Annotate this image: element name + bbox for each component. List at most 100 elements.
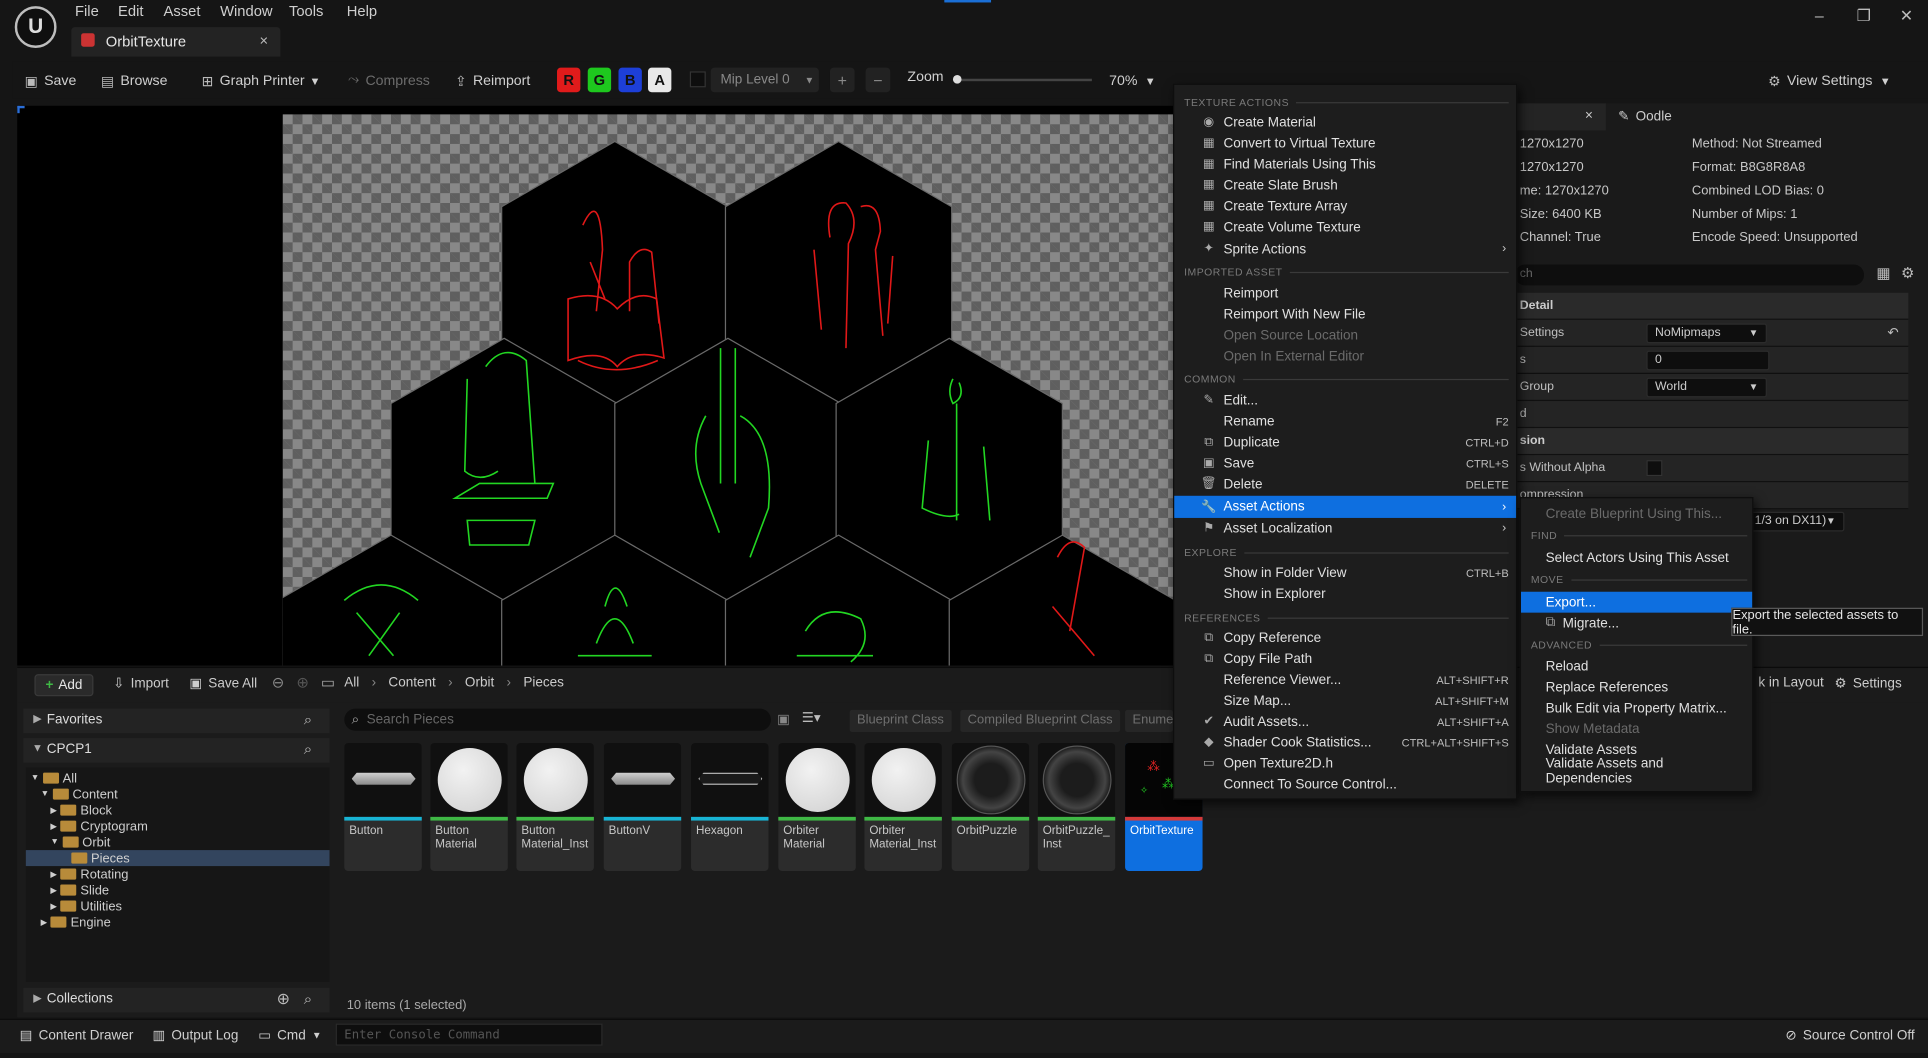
save-all-button[interactable]: ▣ Save All <box>189 675 257 691</box>
tree-item-pieces[interactable]: Pieces <box>25 850 330 867</box>
browse-button[interactable]: ▤ Browse <box>101 70 168 91</box>
asset-tile[interactable]: OrbitPuzzle <box>951 743 1030 872</box>
tab-oodle[interactable]: ✎ Oodle <box>1618 108 1672 124</box>
tree-item-all[interactable]: ▼ All <box>31 770 77 786</box>
minimize-button[interactable]: – <box>1815 6 1824 24</box>
dock-layout-button[interactable]: k in Layout <box>1758 675 1823 690</box>
breadcrumb-orbit[interactable]: Orbit <box>465 675 494 690</box>
compression-dx-dropdown[interactable]: 1/3 on DX11) ▼ <box>1746 511 1845 532</box>
mip-increase-button[interactable]: + <box>829 67 855 93</box>
menu-open-external-editor[interactable]: Open In External Editor <box>1174 346 1516 367</box>
asset-tile[interactable]: Button <box>344 743 422 872</box>
green-channel-toggle[interactable]: G <box>587 67 612 93</box>
filter-enum[interactable]: Enume <box>1125 709 1174 732</box>
tree-item-orbit[interactable]: ▼ Orbit <box>50 834 110 850</box>
blue-channel-toggle[interactable]: B <box>618 67 642 93</box>
menu-open-source-location[interactable]: Open Source Location <box>1174 325 1516 346</box>
submenu-show-metadata[interactable]: Show Metadata <box>1521 718 1752 739</box>
back-arrow-icon[interactable]: ⊖ <box>272 674 284 691</box>
asset-tile[interactable]: Orbiter Material <box>778 743 856 872</box>
menu-create-texture-array[interactable]: ▦ Create Texture Array <box>1174 196 1516 217</box>
submenu-replace-references[interactable]: Replace References <box>1521 677 1752 698</box>
breadcrumb-all[interactable]: All <box>344 675 359 690</box>
details-tab-close-icon[interactable]: × <box>1585 108 1593 123</box>
lod-bias-input[interactable]: 0 <box>1646 350 1770 371</box>
table-view-icon[interactable]: ▦ <box>1876 264 1890 281</box>
menu-edit[interactable]: ✎ Edit... <box>1174 390 1516 411</box>
collections-header[interactable]: ▶ Collections ⊕ ⌕ <box>23 987 330 1013</box>
asset-tile[interactable]: ButtonV <box>603 743 682 872</box>
unreal-logo[interactable]: U <box>14 6 57 48</box>
menu-duplicate[interactable]: ⧉ Duplicate CTRL+D <box>1174 432 1516 453</box>
section-compression[interactable]: sion <box>1512 428 1909 456</box>
search-pieces-input[interactable]: ⌕ Search Pieces <box>344 708 771 731</box>
menu-asset[interactable]: Asset <box>164 2 201 19</box>
alpha-channel-toggle[interactable]: A <box>647 67 672 93</box>
details-search-input[interactable]: ch <box>1514 264 1865 286</box>
add-collection-icon[interactable]: ⊕ <box>277 989 290 1009</box>
menu-convert-virtual-texture[interactable]: ▦ Convert to Virtual Texture <box>1174 133 1516 154</box>
restore-button[interactable]: ❐ <box>1857 6 1871 26</box>
submenu-bulk-edit[interactable]: Bulk Edit via Property Matrix... <box>1521 698 1752 719</box>
asset-tile[interactable]: Hexagon <box>691 743 769 872</box>
menu-save[interactable]: ▣ Save CTRL+S <box>1174 453 1516 474</box>
save-search-icon[interactable]: ▣ <box>777 711 790 727</box>
menu-window[interactable]: Window <box>220 2 272 19</box>
reimport-button[interactable]: ⇪ Reimport <box>455 70 530 91</box>
source-control-button[interactable]: ⊘ Source Control Off <box>1785 1027 1914 1043</box>
cmd-dropdown[interactable]: ▭ Cmd ▼ <box>258 1027 321 1043</box>
tree-item-engine[interactable]: ▶ Engine <box>41 914 111 930</box>
tab-close-icon[interactable]: × <box>259 32 268 49</box>
submenu-reload[interactable]: Reload <box>1521 656 1752 677</box>
search-icon[interactable]: ⌕ <box>304 990 312 1008</box>
folder-icon[interactable]: ▭ <box>321 674 335 691</box>
submenu-export[interactable]: Export... <box>1521 591 1753 613</box>
section-detail[interactable]: Detail <box>1512 292 1909 320</box>
content-drawer-button[interactable]: ▤ Content Drawer <box>20 1027 134 1043</box>
red-channel-toggle[interactable]: R <box>557 67 581 93</box>
filter-blueprint-class[interactable]: Blueprint Class <box>849 709 952 732</box>
filter-compiled-blueprint-class[interactable]: Compiled Blueprint Class <box>960 709 1121 732</box>
search-icon[interactable]: ⌕ <box>304 741 312 759</box>
tab-orbit-texture[interactable]: OrbitTexture × <box>71 27 281 57</box>
asset-tile[interactable]: OrbitPuzzle_ Inst <box>1037 743 1116 872</box>
menu-create-material[interactable]: ◉ Create Material <box>1174 112 1516 133</box>
menu-show-in-explorer[interactable]: Show in Explorer <box>1174 583 1516 604</box>
tree-item-cryptogram[interactable]: ▶ Cryptogram <box>50 818 147 834</box>
zoom-dropdown[interactable]: 70% ▼ <box>1109 70 1156 91</box>
menu-delete[interactable]: 🗑 Delete DELETE <box>1174 474 1516 495</box>
forward-arrow-icon[interactable]: ⊕ <box>296 674 308 691</box>
menu-audit-assets[interactable]: ✔ Audit Assets... ALT+SHIFT+A <box>1174 711 1516 732</box>
menu-reimport[interactable]: Reimport <box>1174 283 1516 304</box>
favorites-header[interactable]: ▶ Favorites ⌕ <box>23 708 330 734</box>
compress-button[interactable]: ⤳ Compress <box>348 70 430 91</box>
menu-help[interactable]: Help <box>347 2 377 19</box>
zoom-slider-thumb[interactable] <box>952 75 962 84</box>
menu-find-materials[interactable]: ▦ Find Materials Using This <box>1174 154 1516 175</box>
output-log-button[interactable]: ▥ Output Log <box>152 1027 238 1043</box>
project-header[interactable]: ▼ CPCP1 ⌕ <box>23 738 330 763</box>
add-button[interactable]: + Add <box>34 674 94 697</box>
menu-copy-file-path[interactable]: ⧉ Copy File Path <box>1174 648 1516 669</box>
submenu-create-blueprint[interactable]: Create Blueprint Using This... <box>1521 503 1752 524</box>
filter-icon[interactable]: ☰▾ <box>802 710 821 726</box>
menu-file[interactable]: File <box>75 2 99 19</box>
texture-viewport[interactable] <box>17 105 1174 666</box>
tree-item-block[interactable]: ▶ Block <box>50 802 112 818</box>
menu-asset-actions[interactable]: 🔧 Asset Actions › <box>1174 495 1517 518</box>
tree-item-rotating[interactable]: ▶ Rotating <box>50 866 128 882</box>
texture-group-dropdown[interactable]: World ▼ <box>1646 377 1767 398</box>
console-command-input[interactable]: Enter Console Command <box>335 1023 603 1046</box>
tree-item-utilities[interactable]: ▶ Utilities <box>50 898 122 914</box>
mip-decrease-button[interactable]: − <box>865 67 891 93</box>
reset-icon[interactable]: ↶ <box>1887 325 1898 341</box>
menu-shader-cook-statistics[interactable]: ◆ Shader Cook Statistics... CTRL+ALT+SHIFT… <box>1174 732 1516 753</box>
search-icon[interactable]: ⌕ <box>304 711 312 729</box>
without-alpha-checkbox[interactable] <box>1646 460 1663 477</box>
tree-item-slide[interactable]: ▶ Slide <box>50 882 109 898</box>
menu-copy-reference[interactable]: ⧉ Copy Reference <box>1174 627 1516 648</box>
menu-connect-source-control[interactable]: Connect To Source Control... <box>1174 774 1516 795</box>
menu-asset-localization[interactable]: ⚑ Asset Localization › <box>1174 518 1516 539</box>
graph-printer-button[interactable]: ⊞ Graph Printer ▼ <box>202 70 321 91</box>
submenu-validate-dependencies[interactable]: Validate Assets and Dependencies <box>1521 756 1752 786</box>
